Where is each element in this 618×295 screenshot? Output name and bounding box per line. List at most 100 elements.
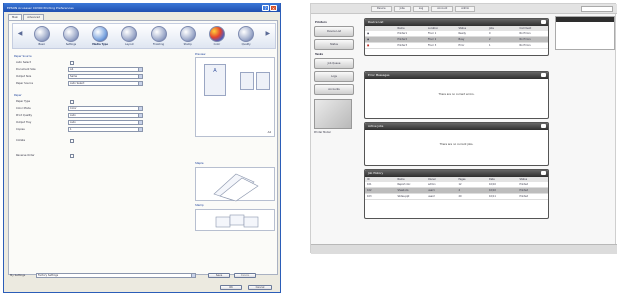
status-bar — [311, 244, 617, 254]
dialog-title: EPSON AcuLaser C9300 Printing Preference… — [7, 5, 74, 10]
field-row: Output Size Same — [16, 73, 190, 80]
job-history-panel: Job History ID Name Owner Pages Date Status 1… — [364, 169, 549, 219]
favorites-select[interactable]: Factory Settings — [36, 273, 196, 278]
side-panel-header — [556, 17, 614, 22]
field-row: Paper Source Auto Select — [16, 80, 190, 87]
category-color[interactable]: Color — [206, 26, 228, 46]
close-button[interactable]: × — [270, 4, 277, 11]
tab-log[interactable]: Log — [412, 5, 430, 12]
document-size-select[interactable]: A4 — [68, 67, 143, 72]
stamp-illustration — [215, 214, 259, 228]
cancel-button[interactable]: Cancel — [248, 285, 272, 290]
panel-message: There are no current errors. — [438, 93, 475, 96]
field-row: Paper Type — [16, 98, 190, 105]
category-basic[interactable]: Basic — [31, 26, 53, 46]
table-row[interactable]: 103 Slides.ppt user2 20 10/11 Printed — [365, 194, 548, 200]
nav-device-list[interactable]: Device List — [314, 26, 354, 37]
copies-select[interactable]: 1 — [68, 127, 143, 132]
category-bar: ◀ Basic Settings Media Type Layout Finis… — [12, 23, 276, 49]
panel-menu-icon[interactable] — [541, 20, 546, 24]
side-panel — [555, 16, 615, 50]
collate-checkbox[interactable] — [70, 138, 74, 143]
chevron-down-icon — [138, 82, 142, 85]
help-button[interactable]: ? — [262, 4, 269, 11]
paper-type-checkbox[interactable] — [70, 99, 74, 104]
panel-header: Job History — [365, 170, 548, 177]
chevron-down-icon — [138, 128, 142, 131]
device-list-panel: Device List Name Location Status Jobs Commen… — [364, 18, 549, 56]
error-messages-panel: Error Messages There are no current erro… — [364, 71, 549, 119]
field-row: Print Quality Auto — [16, 112, 190, 119]
color-mode-select[interactable]: Color — [68, 106, 143, 111]
panel-menu-icon[interactable] — [541, 73, 546, 77]
console-tab-bar: Device Jobs Log Account Admin — [311, 4, 617, 14]
panel-menu-icon[interactable] — [541, 124, 546, 128]
management-console: Device Jobs Log Account Admin Printers D… — [310, 3, 617, 254]
layout-icon — [121, 26, 138, 42]
tab-device[interactable]: Device — [371, 5, 392, 12]
panel-header: Active Jobs — [365, 123, 548, 130]
stamp-preview — [195, 209, 275, 231]
staple-preview — [195, 167, 275, 202]
paper-source-select[interactable]: Auto Select — [68, 81, 143, 86]
panel-header: Error Messages — [365, 72, 548, 79]
chevron-down-icon — [138, 121, 142, 124]
dialog-body: ◀ Basic Settings Media Type Layout Finis… — [8, 20, 278, 275]
chevron-down-icon — [138, 68, 142, 71]
output-tray-select[interactable]: Auto — [68, 120, 143, 125]
save-button[interactable]: Save — [208, 273, 230, 278]
table-row[interactable]: ■ Printer3 Floor 3 Error 1 No Errors — [365, 43, 548, 49]
preview-sheet — [240, 72, 254, 90]
ok-button[interactable]: OK — [220, 285, 242, 290]
quality-icon — [238, 26, 255, 42]
section-paper: Paper — [14, 93, 22, 97]
nav-status[interactable]: Status — [314, 39, 354, 50]
preview-sheet: A — [204, 64, 226, 96]
panel-menu-icon[interactable] — [541, 171, 546, 175]
output-size-select[interactable]: Same — [68, 74, 143, 79]
field-row: Collate — [16, 137, 190, 144]
field-row: Reverse Order — [16, 152, 190, 159]
color-icon — [208, 26, 225, 42]
print-quality-select[interactable]: Auto — [68, 113, 143, 118]
nav-header-tasks: Tasks — [315, 53, 323, 56]
tab-admin[interactable]: Admin — [455, 5, 476, 12]
category-layout[interactable]: Layout — [118, 26, 140, 46]
auto-select-checkbox[interactable] — [70, 60, 74, 65]
tab-jobs[interactable]: Jobs — [393, 5, 411, 12]
driver-dialog: EPSON AcuLaser C9300 Printing Preference… — [3, 3, 281, 293]
settings-icon — [62, 26, 79, 42]
field-row: Copies 1 — [16, 126, 190, 133]
nav-logs[interactable]: Logs — [314, 71, 354, 82]
nav-header-printers: Printers — [315, 21, 327, 24]
nav-job-queue[interactable]: Job Queue — [314, 58, 354, 69]
delete-button[interactable]: Delete — [234, 273, 256, 278]
reverse-order-checkbox[interactable] — [70, 153, 74, 158]
scroll-right-icon[interactable]: ▶ — [264, 26, 271, 42]
section-paper-source: Paper Source — [14, 54, 32, 58]
dialog-title-bar: EPSON AcuLaser C9300 Printing Preference… — [4, 3, 280, 12]
scroll-left-icon[interactable]: ◀ — [17, 26, 24, 42]
stamp-icon — [179, 26, 196, 42]
panel-header: Device List — [365, 19, 548, 26]
category-finishing[interactable]: Finishing — [148, 26, 170, 46]
field-row: Auto Select — [16, 59, 190, 66]
chevron-down-icon — [138, 107, 142, 110]
basic-icon — [33, 26, 50, 42]
search-input[interactable] — [581, 6, 613, 12]
chevron-down-icon — [138, 114, 142, 117]
console-sidebar: Printers Device List Status Tasks Job Qu… — [314, 18, 358, 198]
category-media-type[interactable]: Media Type — [89, 26, 111, 46]
nav-accounts[interactable]: Accounts — [314, 84, 354, 95]
tab-account[interactable]: Account — [431, 5, 454, 12]
dialog-footer: My Settings Factory Settings Save Delete… — [8, 273, 280, 293]
preview-caption: A4 — [267, 131, 271, 134]
staple-label: Staple — [195, 161, 204, 165]
finishing-icon — [150, 26, 167, 42]
category-quality[interactable]: Quality — [235, 26, 257, 46]
chevron-down-icon — [138, 75, 142, 78]
settings-panel: Paper Source Auto Select Document Size A4… — [12, 52, 190, 272]
category-settings[interactable]: Settings — [60, 26, 82, 46]
category-stamp[interactable]: Stamp — [177, 26, 199, 46]
stamp-label: Stamp — [195, 203, 204, 207]
